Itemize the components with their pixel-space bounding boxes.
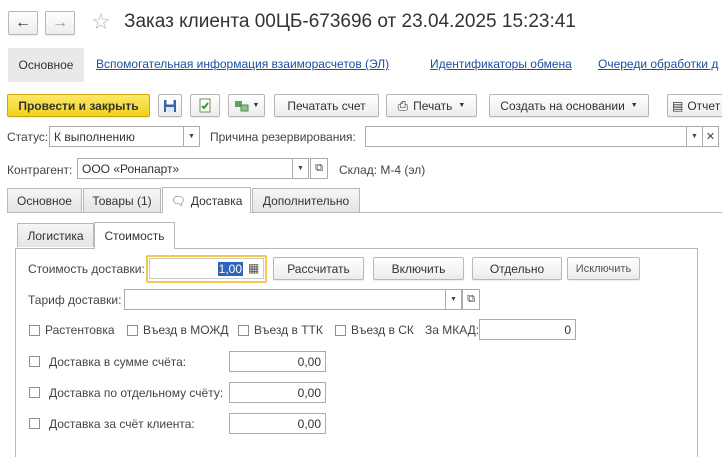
nav-link-processing-queues[interactable]: Очереди обработки д bbox=[598, 57, 718, 71]
chevron-down-icon: ▼ bbox=[630, 102, 638, 109]
arrow-right-icon: → bbox=[52, 14, 68, 31]
checkbox-sk[interactable] bbox=[335, 325, 346, 336]
star-icon[interactable]: ☆ bbox=[91, 9, 111, 35]
checkbox-separate-invoice[interactable] bbox=[29, 387, 40, 398]
post-and-close-button[interactable]: Провести и закрыть bbox=[7, 94, 150, 117]
subtab-cost[interactable]: Стоимость bbox=[94, 222, 175, 249]
main-tabs-baseline bbox=[7, 212, 722, 213]
in-invoice-amount[interactable]: 0,00 bbox=[229, 351, 326, 372]
calculate-button[interactable]: Рассчитать bbox=[273, 257, 364, 280]
checkbox-ttk[interactable] bbox=[238, 325, 249, 336]
reserve-reason-dropdown-button[interactable]: ▼ bbox=[686, 126, 703, 147]
tab-main[interactable]: Основное bbox=[7, 188, 82, 212]
counterparty-dropdown-button[interactable]: ▼ bbox=[292, 158, 309, 179]
arrow-left-icon: ← bbox=[15, 14, 31, 31]
counterparty-open-button[interactable]: ⧉ bbox=[310, 158, 328, 179]
checkbox-client-expense[interactable] bbox=[29, 418, 40, 429]
status-select[interactable]: К выполнению bbox=[49, 126, 184, 147]
separate-button[interactable]: Отдельно bbox=[472, 257, 562, 280]
status-label: Статус: bbox=[7, 130, 49, 144]
tariff-label: Тариф доставки: bbox=[28, 293, 122, 307]
checkbox-ttk-label: Въезд в ТТК bbox=[254, 323, 323, 337]
nav-link-settlements[interactable]: Вспомогательная информация взаиморасчето… bbox=[96, 57, 389, 71]
chevron-down-icon: ▼ bbox=[188, 133, 195, 140]
warehouse-text: Склад: М-4 (эл) bbox=[339, 163, 426, 177]
delivery-cost-label: Стоимость доставки: bbox=[28, 262, 145, 276]
save-button[interactable] bbox=[158, 94, 182, 117]
tariff-dropdown-button[interactable]: ▼ bbox=[445, 289, 462, 310]
reserve-reason-clear-button[interactable]: ✕ bbox=[702, 126, 719, 147]
subtab-logistics[interactable]: Логистика bbox=[17, 223, 94, 247]
close-icon: ✕ bbox=[705, 131, 716, 143]
printer-icon: ⎙ bbox=[397, 97, 409, 113]
in-invoice-label: Доставка в сумме счёта: bbox=[49, 355, 187, 369]
print-invoice-button[interactable]: Печатать счет bbox=[274, 94, 379, 117]
checkbox-in-invoice[interactable] bbox=[29, 356, 40, 367]
open-link-icon: ⧉ bbox=[315, 162, 323, 174]
print-button[interactable]: ⎙ Печать ▼ bbox=[386, 94, 477, 117]
chevron-down-icon: ▼ bbox=[458, 102, 466, 109]
forward-button[interactable]: → bbox=[45, 11, 75, 35]
back-button[interactable]: ← bbox=[8, 11, 38, 35]
separate-invoice-amount[interactable]: 0,00 bbox=[229, 382, 326, 403]
reserve-reason-select[interactable] bbox=[365, 126, 687, 147]
tab-delivery[interactable]: 🗨 Доставка bbox=[162, 187, 251, 213]
chevron-down-icon: ▼ bbox=[691, 133, 698, 140]
structure-button[interactable]: ▼ bbox=[228, 94, 265, 117]
chevron-down-icon: ▼ bbox=[252, 102, 260, 109]
client-expense-label: Доставка за счёт клиента: bbox=[49, 417, 195, 431]
reports-button[interactable]: ▤ Отчет bbox=[667, 94, 722, 117]
counterparty-field[interactable]: ООО «Ронапарт» bbox=[77, 158, 293, 179]
mkad-label: За МКАД: bbox=[425, 323, 480, 337]
chevron-down-icon: ▼ bbox=[297, 165, 304, 172]
checkbox-tenting-label: Растентовка bbox=[45, 323, 115, 337]
checkbox-mozhd-label: Въезд в МОЖД bbox=[143, 323, 229, 337]
client-expense-amount[interactable]: 0,00 bbox=[229, 413, 326, 434]
checkbox-sk-label: Въезд в СК bbox=[351, 323, 414, 337]
counterparty-label: Контрагент: bbox=[7, 163, 73, 177]
nav-main-tab[interactable]: Основное bbox=[8, 48, 84, 82]
tab-additional[interactable]: Дополнительно bbox=[252, 188, 360, 212]
window-title: Заказ клиента 00ЦБ-673696 от 23.04.2025 … bbox=[124, 11, 576, 32]
floppy-icon bbox=[164, 99, 176, 112]
checkbox-mozhd[interactable] bbox=[127, 325, 138, 336]
reserve-reason-label: Причина резервирования: bbox=[210, 130, 356, 144]
report-icon: ▤ bbox=[672, 98, 684, 113]
exclude-button[interactable]: Исключить bbox=[567, 257, 640, 280]
open-link-icon: ⧉ bbox=[467, 293, 475, 305]
post-button[interactable] bbox=[190, 94, 220, 117]
post-document-icon bbox=[199, 98, 211, 112]
include-button[interactable]: Включить bbox=[373, 257, 464, 280]
separate-invoice-label: Доставка по отдельному счёту: bbox=[49, 386, 224, 400]
status-dropdown-button[interactable]: ▼ bbox=[183, 126, 200, 147]
tariff-select[interactable] bbox=[124, 289, 446, 310]
delivery-cost-input[interactable]: 1,00 bbox=[149, 258, 264, 279]
chat-bubble-icon: 🗨 bbox=[170, 193, 186, 208]
calculator-icon[interactable]: ▦ bbox=[248, 261, 259, 275]
mkad-input[interactable]: 0 bbox=[479, 319, 576, 340]
checkbox-tenting[interactable] bbox=[29, 325, 40, 336]
chevron-down-icon: ▼ bbox=[450, 296, 457, 303]
tab-goods[interactable]: Товары (1) bbox=[83, 188, 161, 212]
structure-icon bbox=[234, 100, 249, 111]
tariff-open-button[interactable]: ⧉ bbox=[462, 289, 480, 310]
nav-link-exchange-ids[interactable]: Идентификаторы обмена bbox=[430, 57, 572, 71]
create-based-on-button[interactable]: Создать на основании ▼ bbox=[489, 94, 649, 117]
